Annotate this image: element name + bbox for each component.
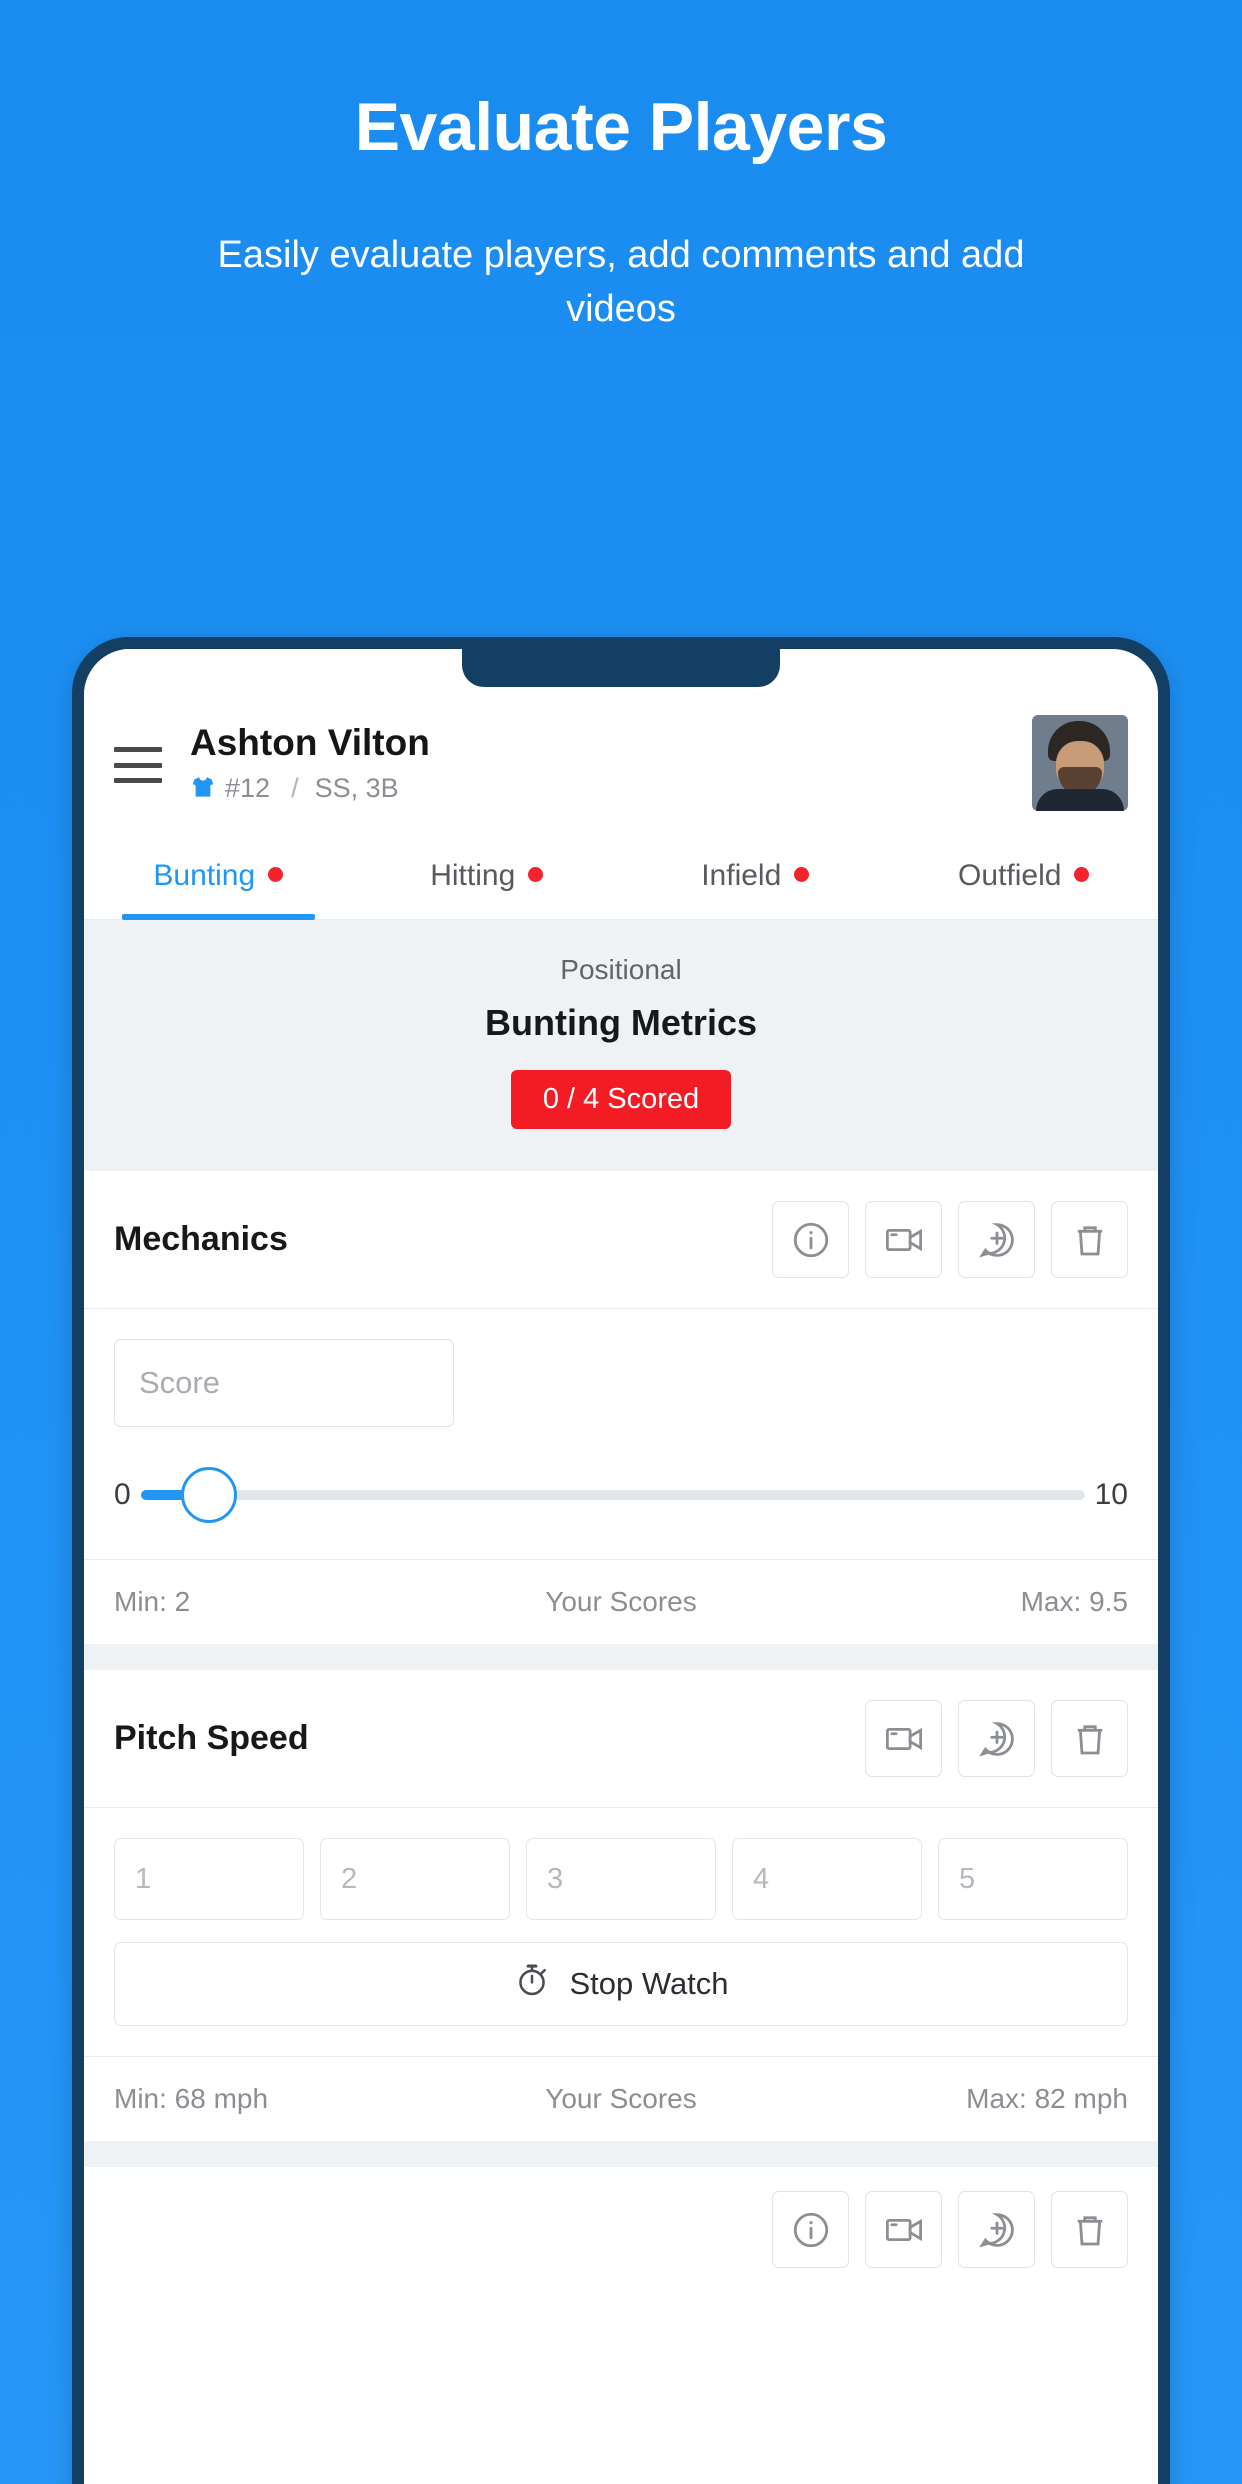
phone-screen: Ashton Vilton #12 / SS, 3B Bunting Hitti… <box>84 649 1158 2484</box>
tab-status-dot <box>794 867 810 882</box>
player-number: #12 <box>225 772 271 803</box>
slider-rail <box>140 1490 1085 1500</box>
banner-title: Bunting Metrics <box>484 1002 757 1043</box>
tab-infield[interactable]: Infield <box>621 833 890 919</box>
stat-min: Min: 2 <box>114 1586 191 1617</box>
pitch-speed-inputs: 1 2 3 4 5 <box>114 1838 1128 1942</box>
stopwatch-icon <box>513 1961 551 2007</box>
tab-status-dot <box>1074 867 1090 882</box>
jersey-icon <box>190 775 216 801</box>
metric-actions <box>772 1201 1128 1278</box>
promo-subtitle: Easily evaluate players, add comments an… <box>217 234 1025 331</box>
info-icon[interactable] <box>772 2191 849 2268</box>
stop-watch-button[interactable]: Stop Watch <box>114 1942 1128 2026</box>
video-camera-icon[interactable] <box>865 1700 942 1777</box>
section-divider <box>84 1644 1158 1670</box>
slider-max-label: 10 <box>1094 1478 1128 1511</box>
metric-title: Mechanics <box>114 1220 288 1258</box>
meta-separator: / <box>291 772 299 803</box>
tab-bunting[interactable]: Bunting <box>84 833 353 920</box>
metric-body: 1 2 3 4 5 Stop Watch <box>84 1808 1158 2026</box>
metric-tabs: Bunting Hitting Infield Outfield <box>84 833 1158 920</box>
promo-title: Evaluate Players <box>354 89 888 165</box>
tab-hitting-label: Hitting <box>430 859 516 892</box>
metric-header: Pitch Speed <box>84 1670 1158 1808</box>
app-body: Ashton Vilton #12 / SS, 3B Bunting Hitti… <box>84 649 1158 2484</box>
page-title: Ashton Vilton <box>190 722 430 764</box>
player-info: Ashton Vilton #12 / SS, 3B <box>190 722 1012 804</box>
trash-icon[interactable] <box>1051 2191 1128 2268</box>
positional-banner: Positional Bunting Metrics 0 / 4 Scored <box>84 920 1158 1171</box>
tab-status-dot <box>268 867 284 882</box>
stat-label: Your Scores <box>545 2083 697 2114</box>
tab-hitting[interactable]: Hitting <box>353 833 622 919</box>
pitch-input-2[interactable]: 2 <box>320 1838 510 1920</box>
tab-status-dot <box>528 867 544 882</box>
avatar[interactable] <box>1032 715 1128 811</box>
metric-actions <box>772 2191 1128 2268</box>
add-comment-icon[interactable] <box>958 2191 1035 2268</box>
player-positions: SS, 3B <box>314 772 399 803</box>
score-slider-row: 0 10 <box>114 1427 1128 1559</box>
video-camera-icon[interactable] <box>865 1201 942 1278</box>
trash-icon[interactable] <box>1051 1201 1128 1278</box>
score-input[interactable]: Score <box>114 1339 454 1427</box>
metric-header <box>84 2167 1158 2292</box>
video-camera-icon[interactable] <box>865 2191 942 2268</box>
metric-pitch-speed: Pitch Speed 1 2 3 4 5 Stop Watch Min: 68… <box>84 1670 1158 2141</box>
metric-body: Score 0 10 <box>84 1309 1158 1559</box>
hamburger-icon[interactable] <box>114 747 162 783</box>
metric-mechanics: Mechanics Score 0 10 Min: 2 Your Scores … <box>84 1171 1158 1644</box>
score-slider[interactable] <box>140 1467 1085 1523</box>
metric-header: Mechanics <box>84 1171 1158 1309</box>
metric-stats: Min: 2 Your Scores Max: 9.5 <box>84 1559 1158 1644</box>
info-icon[interactable] <box>772 1201 849 1278</box>
add-comment-icon[interactable] <box>958 1201 1035 1278</box>
tab-outfield-label: Outfield <box>958 859 1062 892</box>
phone-mockup: Ashton Vilton #12 / SS, 3B Bunting Hitti… <box>72 637 1170 2484</box>
phone-notch <box>462 649 780 687</box>
pitch-input-4[interactable]: 4 <box>732 1838 922 1920</box>
status-badge: 0 / 4 Scored <box>510 1070 732 1129</box>
section-divider <box>84 2141 1158 2167</box>
promo-header: Evaluate Players Easily evaluate players… <box>0 0 1242 337</box>
trash-icon[interactable] <box>1051 1700 1128 1777</box>
pitch-input-1[interactable]: 1 <box>114 1838 304 1920</box>
player-meta: #12 / SS, 3B <box>190 773 1012 804</box>
stat-min: Min: 68 mph <box>114 2083 269 2114</box>
tab-infield-label: Infield <box>701 859 782 892</box>
stat-max: Max: 9.5 <box>1020 1586 1128 1617</box>
banner-eyebrow: Positional <box>560 954 682 985</box>
tab-outfield[interactable]: Outfield <box>890 833 1159 919</box>
add-comment-icon[interactable] <box>958 1700 1035 1777</box>
stat-label: Your Scores <box>545 1586 697 1617</box>
stat-max: Max: 82 mph <box>966 2083 1128 2114</box>
pitch-input-3[interactable]: 3 <box>526 1838 716 1920</box>
stop-watch-label: Stop Watch <box>569 1966 729 2001</box>
tab-bunting-label: Bunting <box>153 859 256 892</box>
metric-title: Pitch Speed <box>114 1719 309 1757</box>
metric-stats: Min: 68 mph Your Scores Max: 82 mph <box>84 2056 1158 2141</box>
slider-thumb[interactable] <box>180 1467 237 1523</box>
pitch-input-5[interactable]: 5 <box>938 1838 1128 1920</box>
metric-actions <box>865 1700 1128 1777</box>
metric-next-partial <box>84 2167 1158 2292</box>
slider-min-label: 0 <box>114 1478 131 1511</box>
